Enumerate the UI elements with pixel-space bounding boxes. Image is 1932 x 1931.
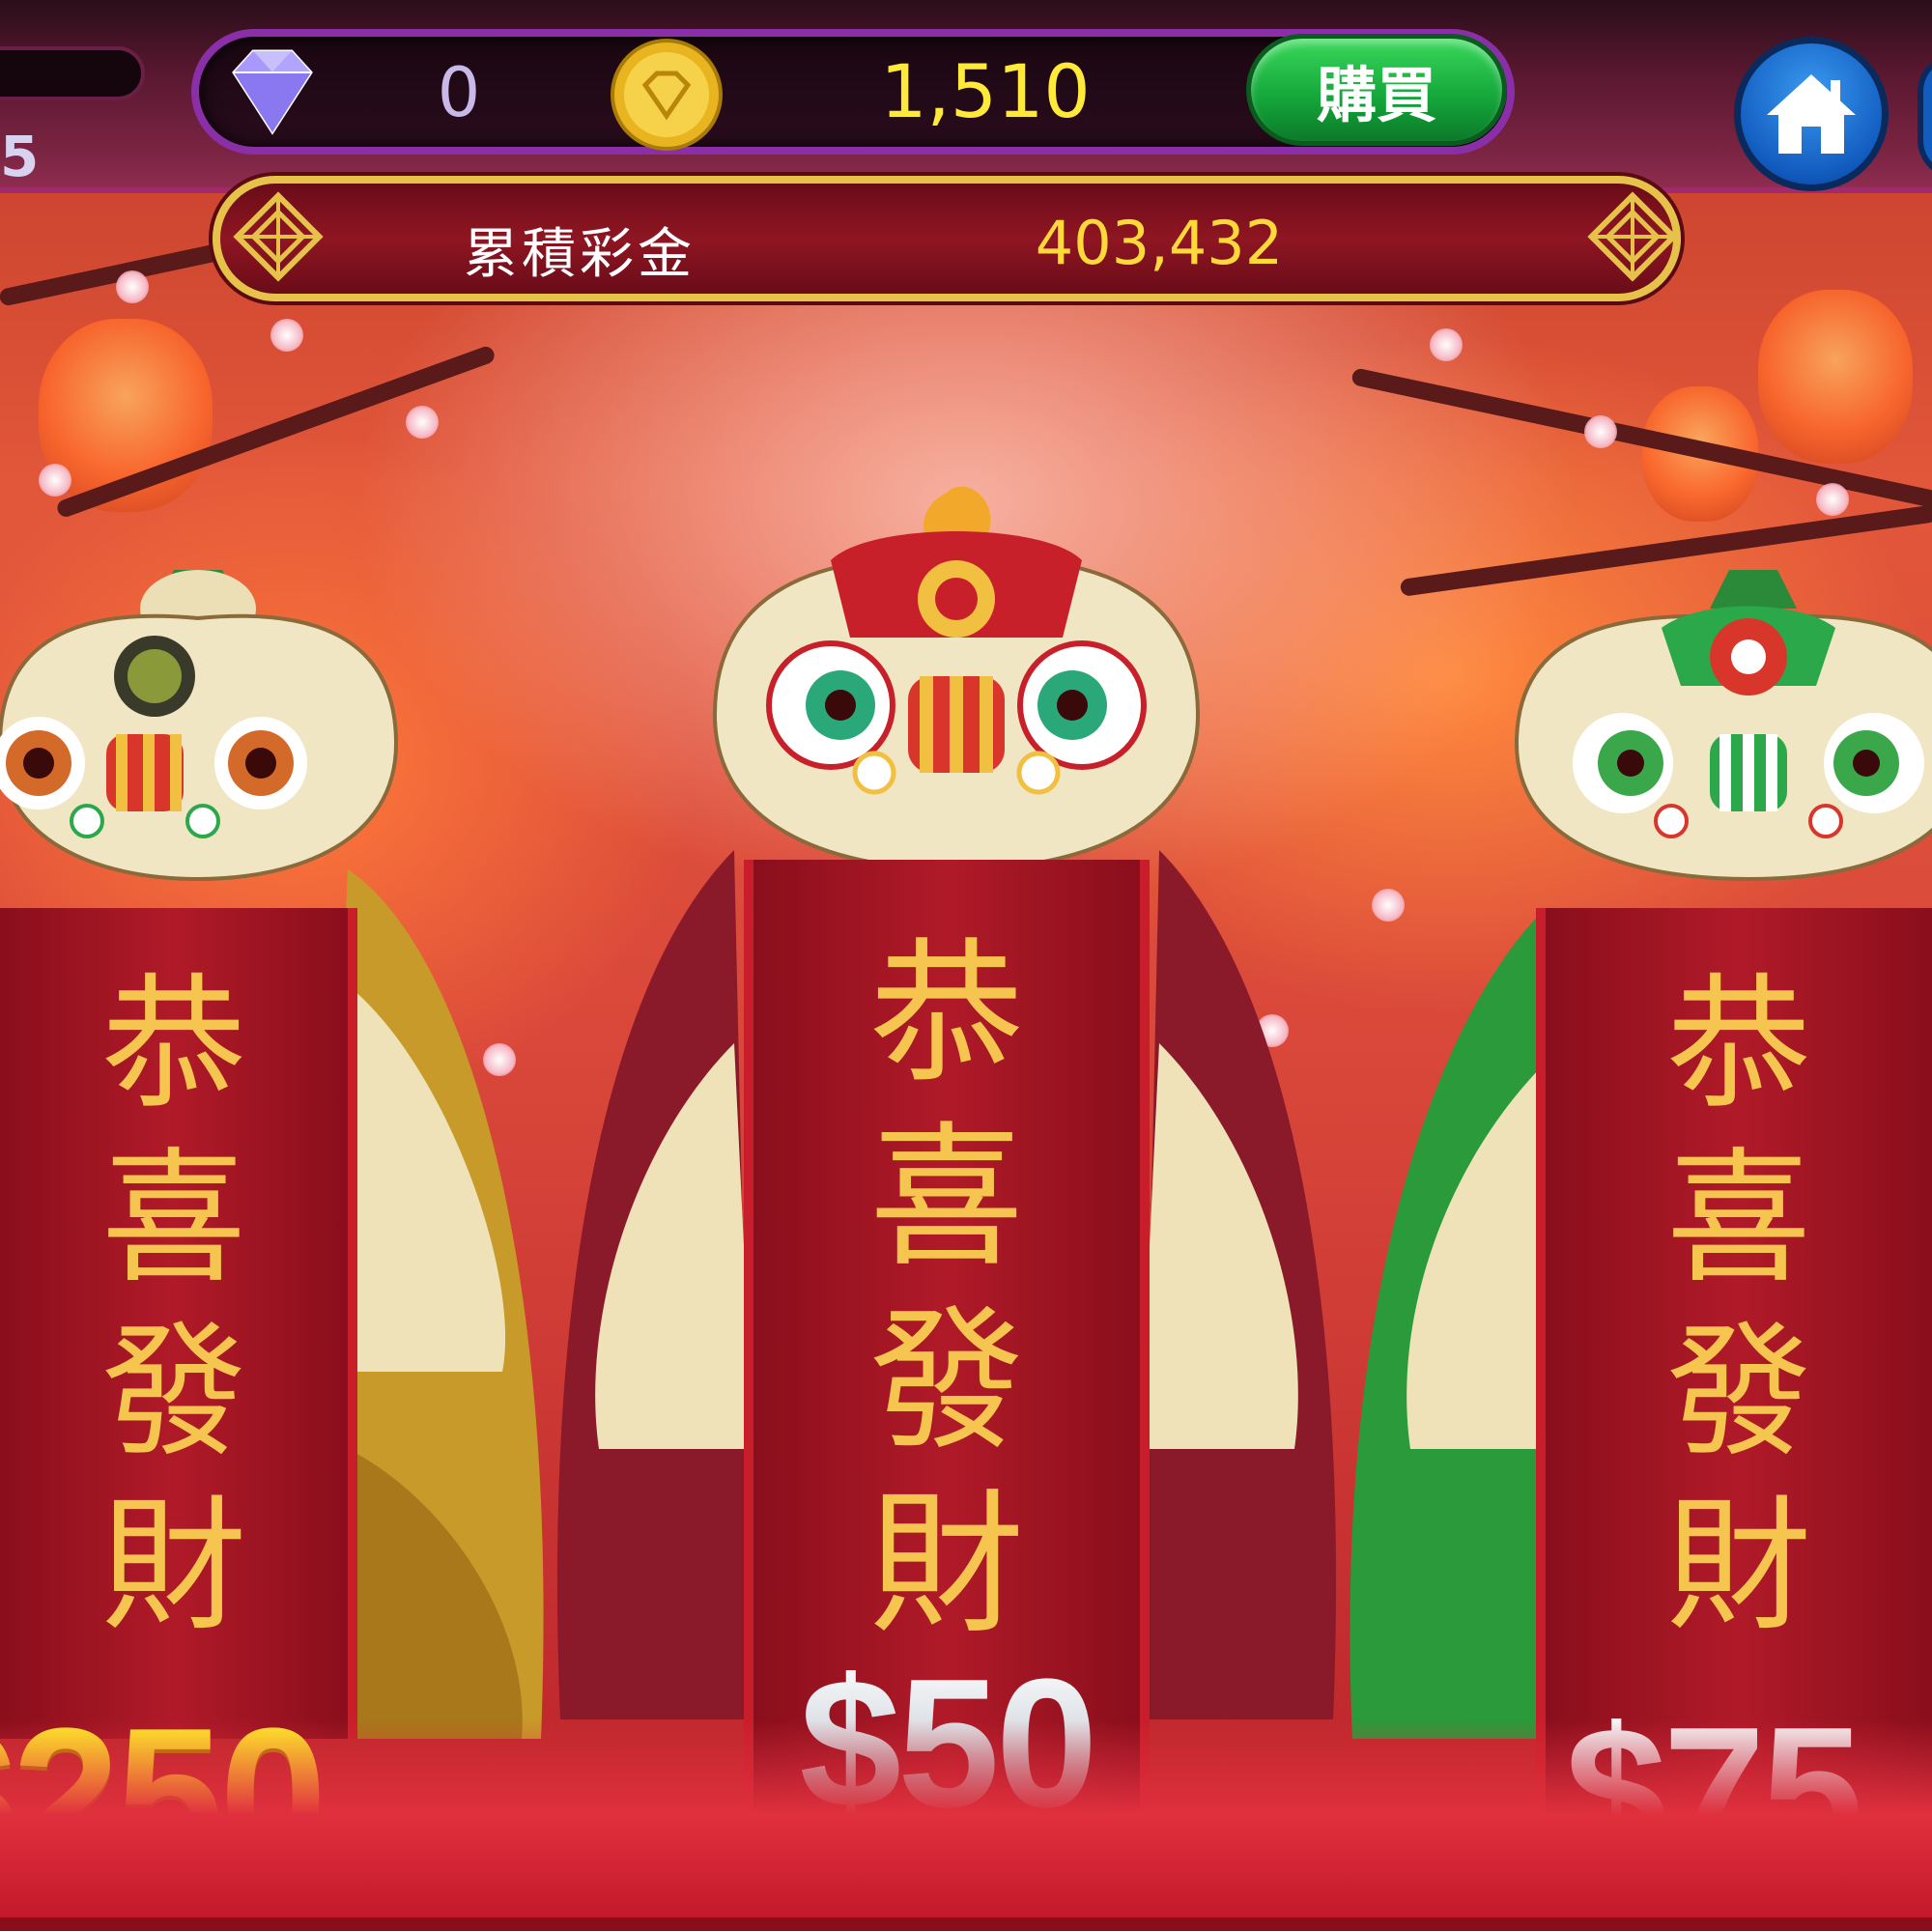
buy-button[interactable]: 購買 (1246, 34, 1507, 146)
lion-body-left (309, 869, 544, 1739)
lion-body-right (1350, 908, 1565, 1739)
coin-count: 1,510 (880, 48, 1091, 134)
banner-char: 財 (100, 1483, 246, 1651)
blossom (1816, 483, 1849, 516)
diamond-count: 0 (437, 53, 481, 132)
banner-char: 發 (868, 1291, 1024, 1471)
plum-branch (1399, 504, 1932, 597)
lion-head-center (712, 486, 1201, 872)
blossom (39, 464, 71, 497)
banner-center: 恭 喜 發 財 (744, 860, 1150, 1826)
jackpot-bar (213, 176, 1681, 301)
blossom (1372, 889, 1405, 922)
banner-char: 發 (1665, 1309, 1811, 1477)
blossom (270, 319, 303, 352)
banner-char: 喜 (100, 1135, 246, 1303)
blossom (1256, 1014, 1289, 1047)
banner-char: 財 (868, 1474, 1024, 1655)
blossom (1584, 415, 1617, 448)
coin-icon (611, 39, 723, 151)
stage-floor (0, 1719, 1932, 1931)
top-bar: 5 0 1,510 購買 (0, 0, 1932, 193)
blossom (483, 1043, 516, 1076)
lion-head-right (1514, 570, 1932, 882)
jackpot-value: 403,432 (1035, 208, 1284, 278)
blossom (116, 270, 149, 303)
banner-char: 喜 (1665, 1135, 1811, 1303)
banner-char: 發 (100, 1309, 246, 1477)
banner-char: 財 (1665, 1483, 1811, 1651)
level-number: 5 (0, 124, 40, 189)
bottom-border (0, 1917, 1932, 1931)
level-progress-bar (0, 46, 145, 100)
banner-left: 恭 喜 發 財 (0, 908, 357, 1739)
lion-body-center-left (556, 850, 753, 1719)
banner-char: 恭 (100, 961, 246, 1129)
jackpot-label: 累積彩金 (464, 223, 696, 286)
menu-button[interactable] (1918, 53, 1932, 179)
home-button[interactable] (1734, 37, 1889, 191)
lantern-decoration (1758, 290, 1913, 464)
home-icon (1767, 74, 1856, 154)
banner-char: 喜 (868, 1107, 1024, 1288)
lion-body-center-right (1140, 850, 1337, 1719)
game-screen: 5 0 1,510 購買 累積彩金 403,432 恭 喜 發 財 恭 喜 發 … (0, 0, 1932, 1931)
diamond-icon (232, 49, 313, 135)
blossom (1430, 328, 1463, 361)
banner-char: 恭 (868, 923, 1024, 1104)
chinese-knot-icon (1587, 191, 1678, 282)
banner-char: 恭 (1665, 961, 1811, 1129)
lion-head-left (0, 570, 399, 882)
chinese-knot-icon (233, 191, 324, 282)
blossom (406, 406, 439, 439)
